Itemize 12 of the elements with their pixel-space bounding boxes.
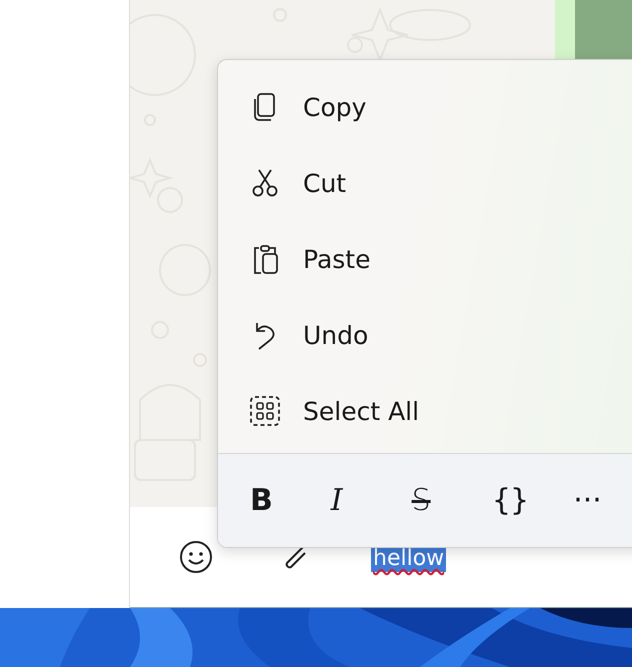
menu-item[interactable]: Select All — [218, 373, 632, 449]
menu-item[interactable]: Copy — [218, 69, 632, 145]
code-button[interactable]: {} — [484, 470, 566, 530]
emoji-icon[interactable] — [179, 540, 213, 574]
italic-button[interactable]: I — [322, 470, 404, 530]
menu-item[interactable]: Cut — [218, 145, 632, 221]
more-button[interactable]: ··· — [565, 470, 632, 530]
strikethrough-button[interactable]: S — [404, 470, 484, 530]
menu-item[interactable]: Paste — [218, 221, 632, 297]
select-all-icon — [249, 395, 281, 427]
bold-button[interactable]: B — [242, 470, 323, 530]
menu-item[interactable]: Undo — [218, 297, 632, 373]
